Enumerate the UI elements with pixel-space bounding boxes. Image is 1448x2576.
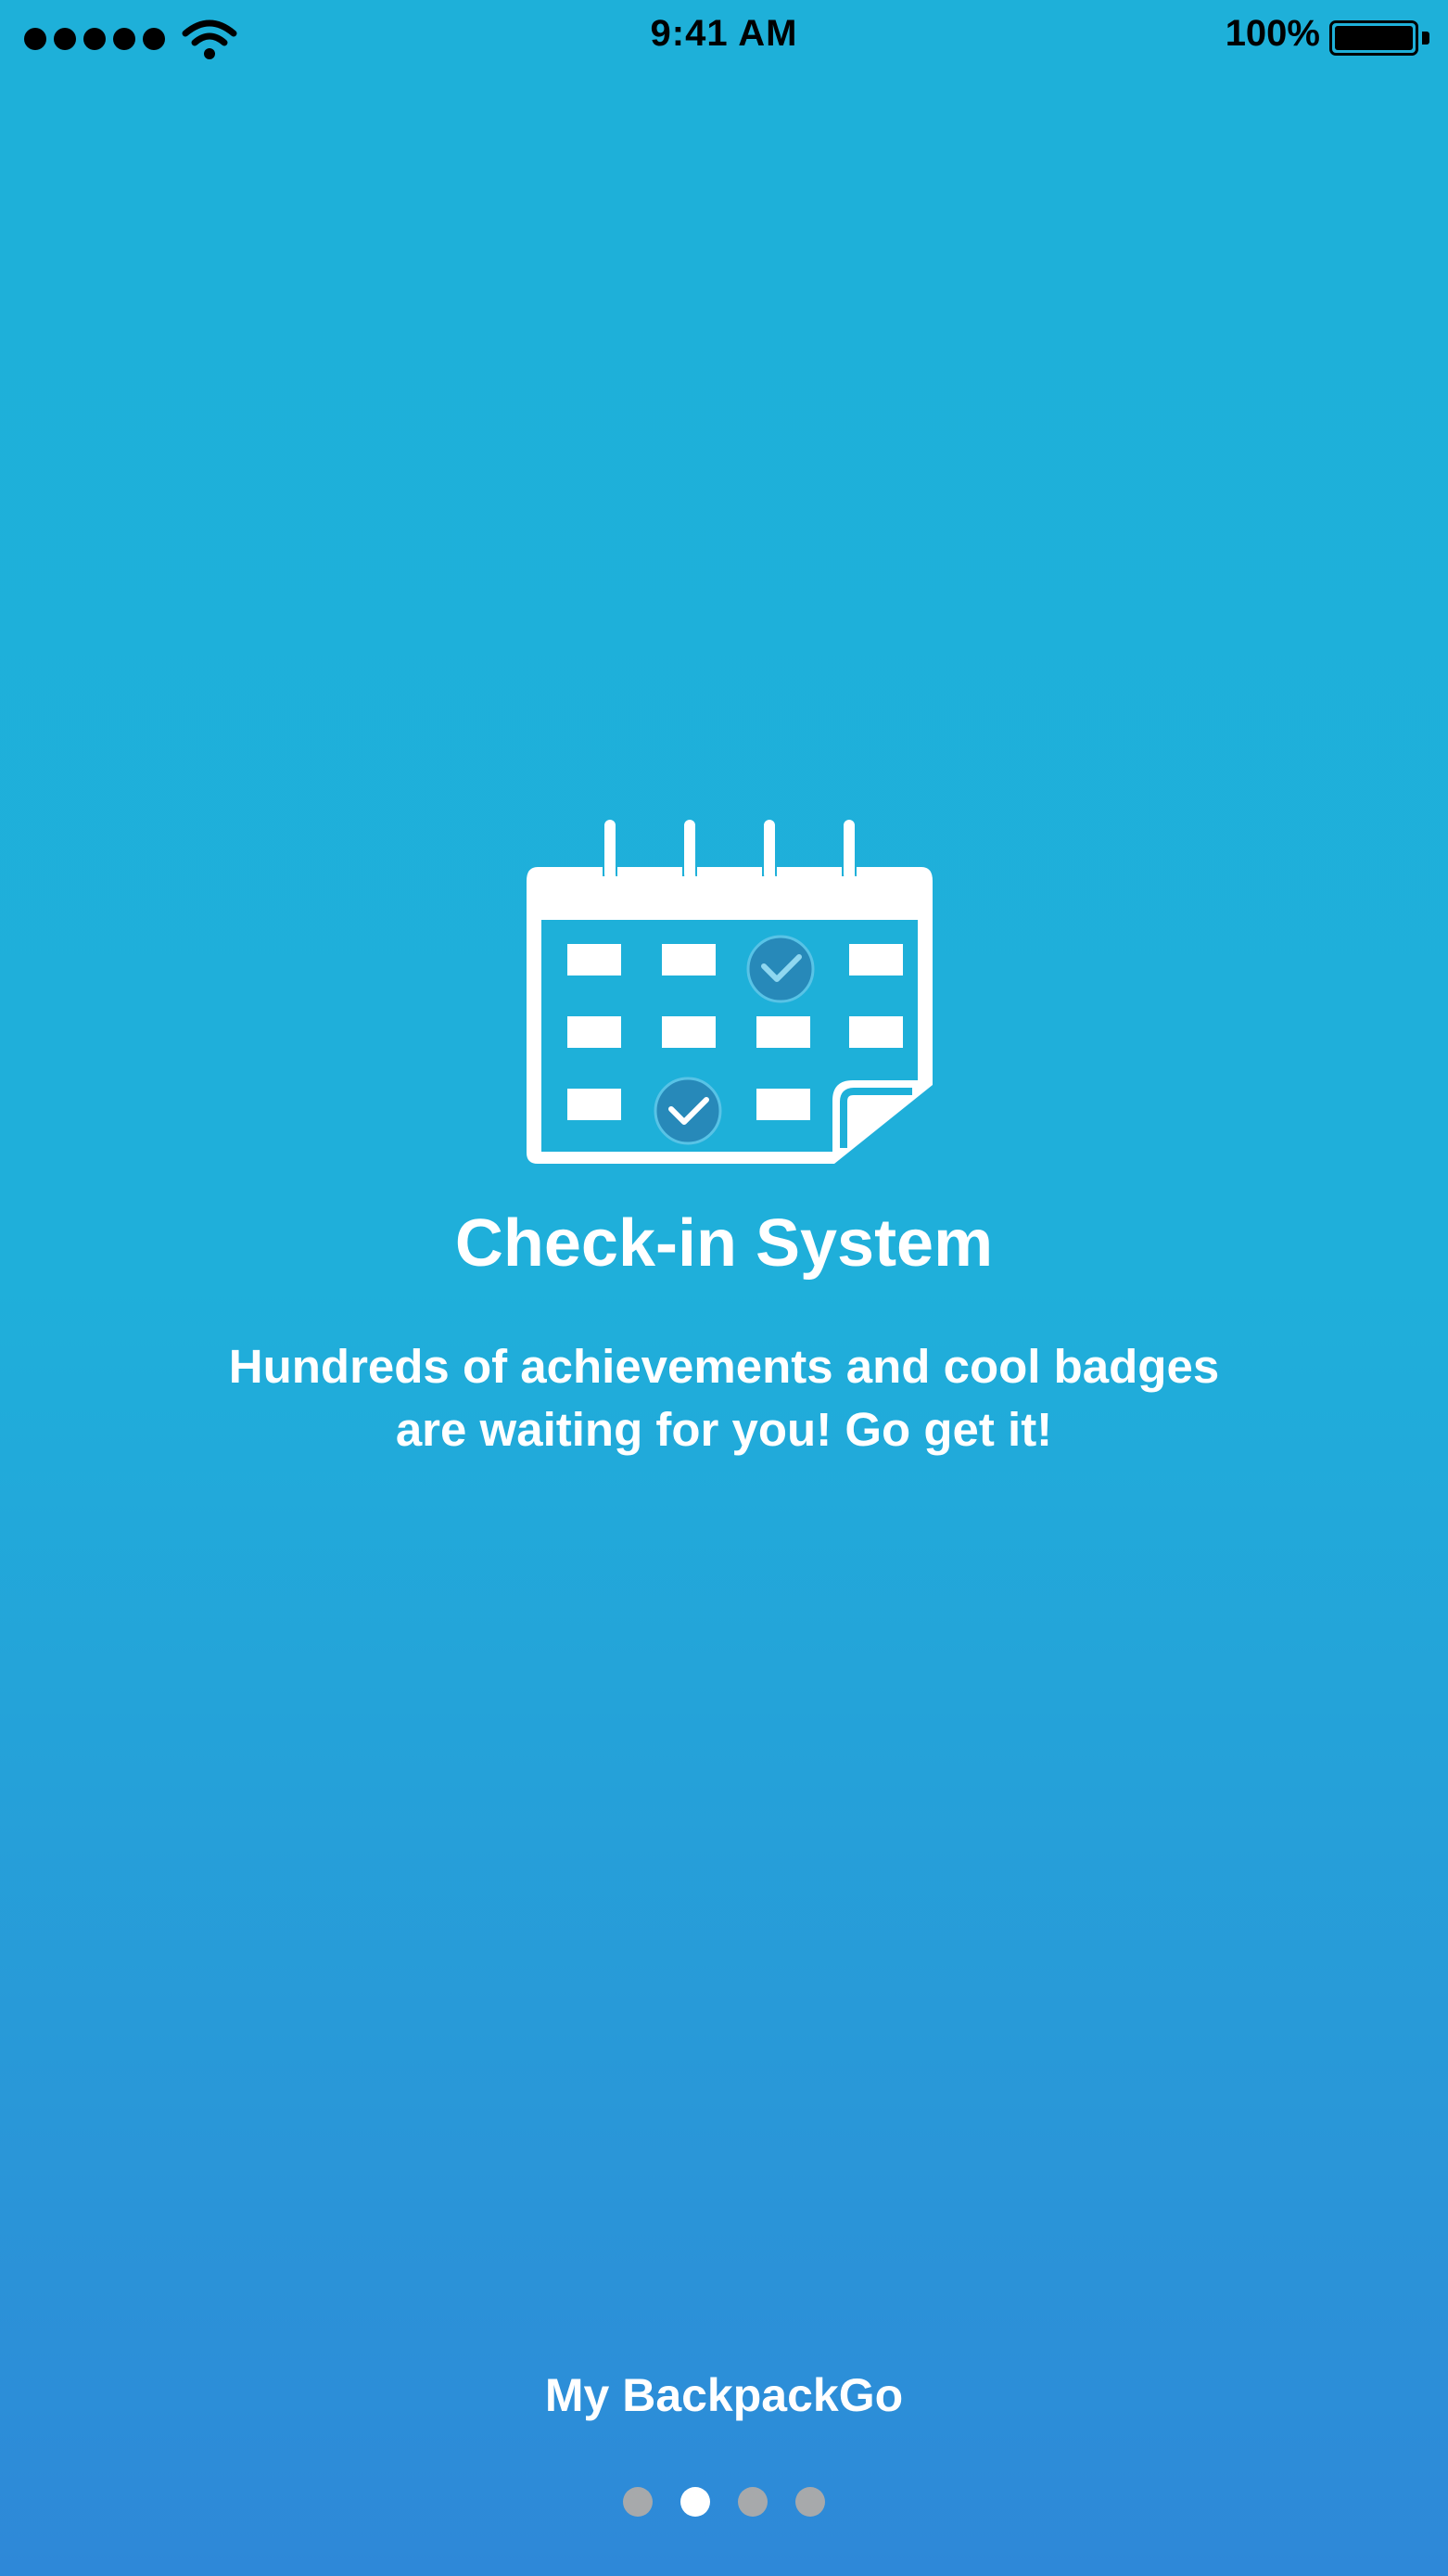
page-indicator [0, 2487, 1448, 2517]
page-dot-1[interactable] [623, 2487, 653, 2517]
page-dot-2[interactable] [680, 2487, 710, 2517]
page-dot-3[interactable] [738, 2487, 768, 2517]
battery-percent: 100% [1225, 13, 1320, 54]
feature-description: Hundreds of achievements and cool badges… [93, 1335, 1355, 1461]
battery-icon [1329, 20, 1429, 56]
calendar-check-icon [527, 820, 933, 1164]
app-name: My BackpackGo [544, 2369, 904, 2421]
page-dot-4[interactable] [795, 2487, 825, 2517]
onboarding-screen: 9:41 AM 100% Check-in System Hundreds of… [0, 0, 1448, 2576]
status-bar: 9:41 AM 100% [0, 0, 1448, 74]
feature-title: Check-in System [454, 1206, 994, 1281]
description-line-2: are waiting for you! Go get it! [395, 1403, 1053, 1456]
description-line-1: Hundreds of achievements and cool badges [228, 1340, 1220, 1393]
